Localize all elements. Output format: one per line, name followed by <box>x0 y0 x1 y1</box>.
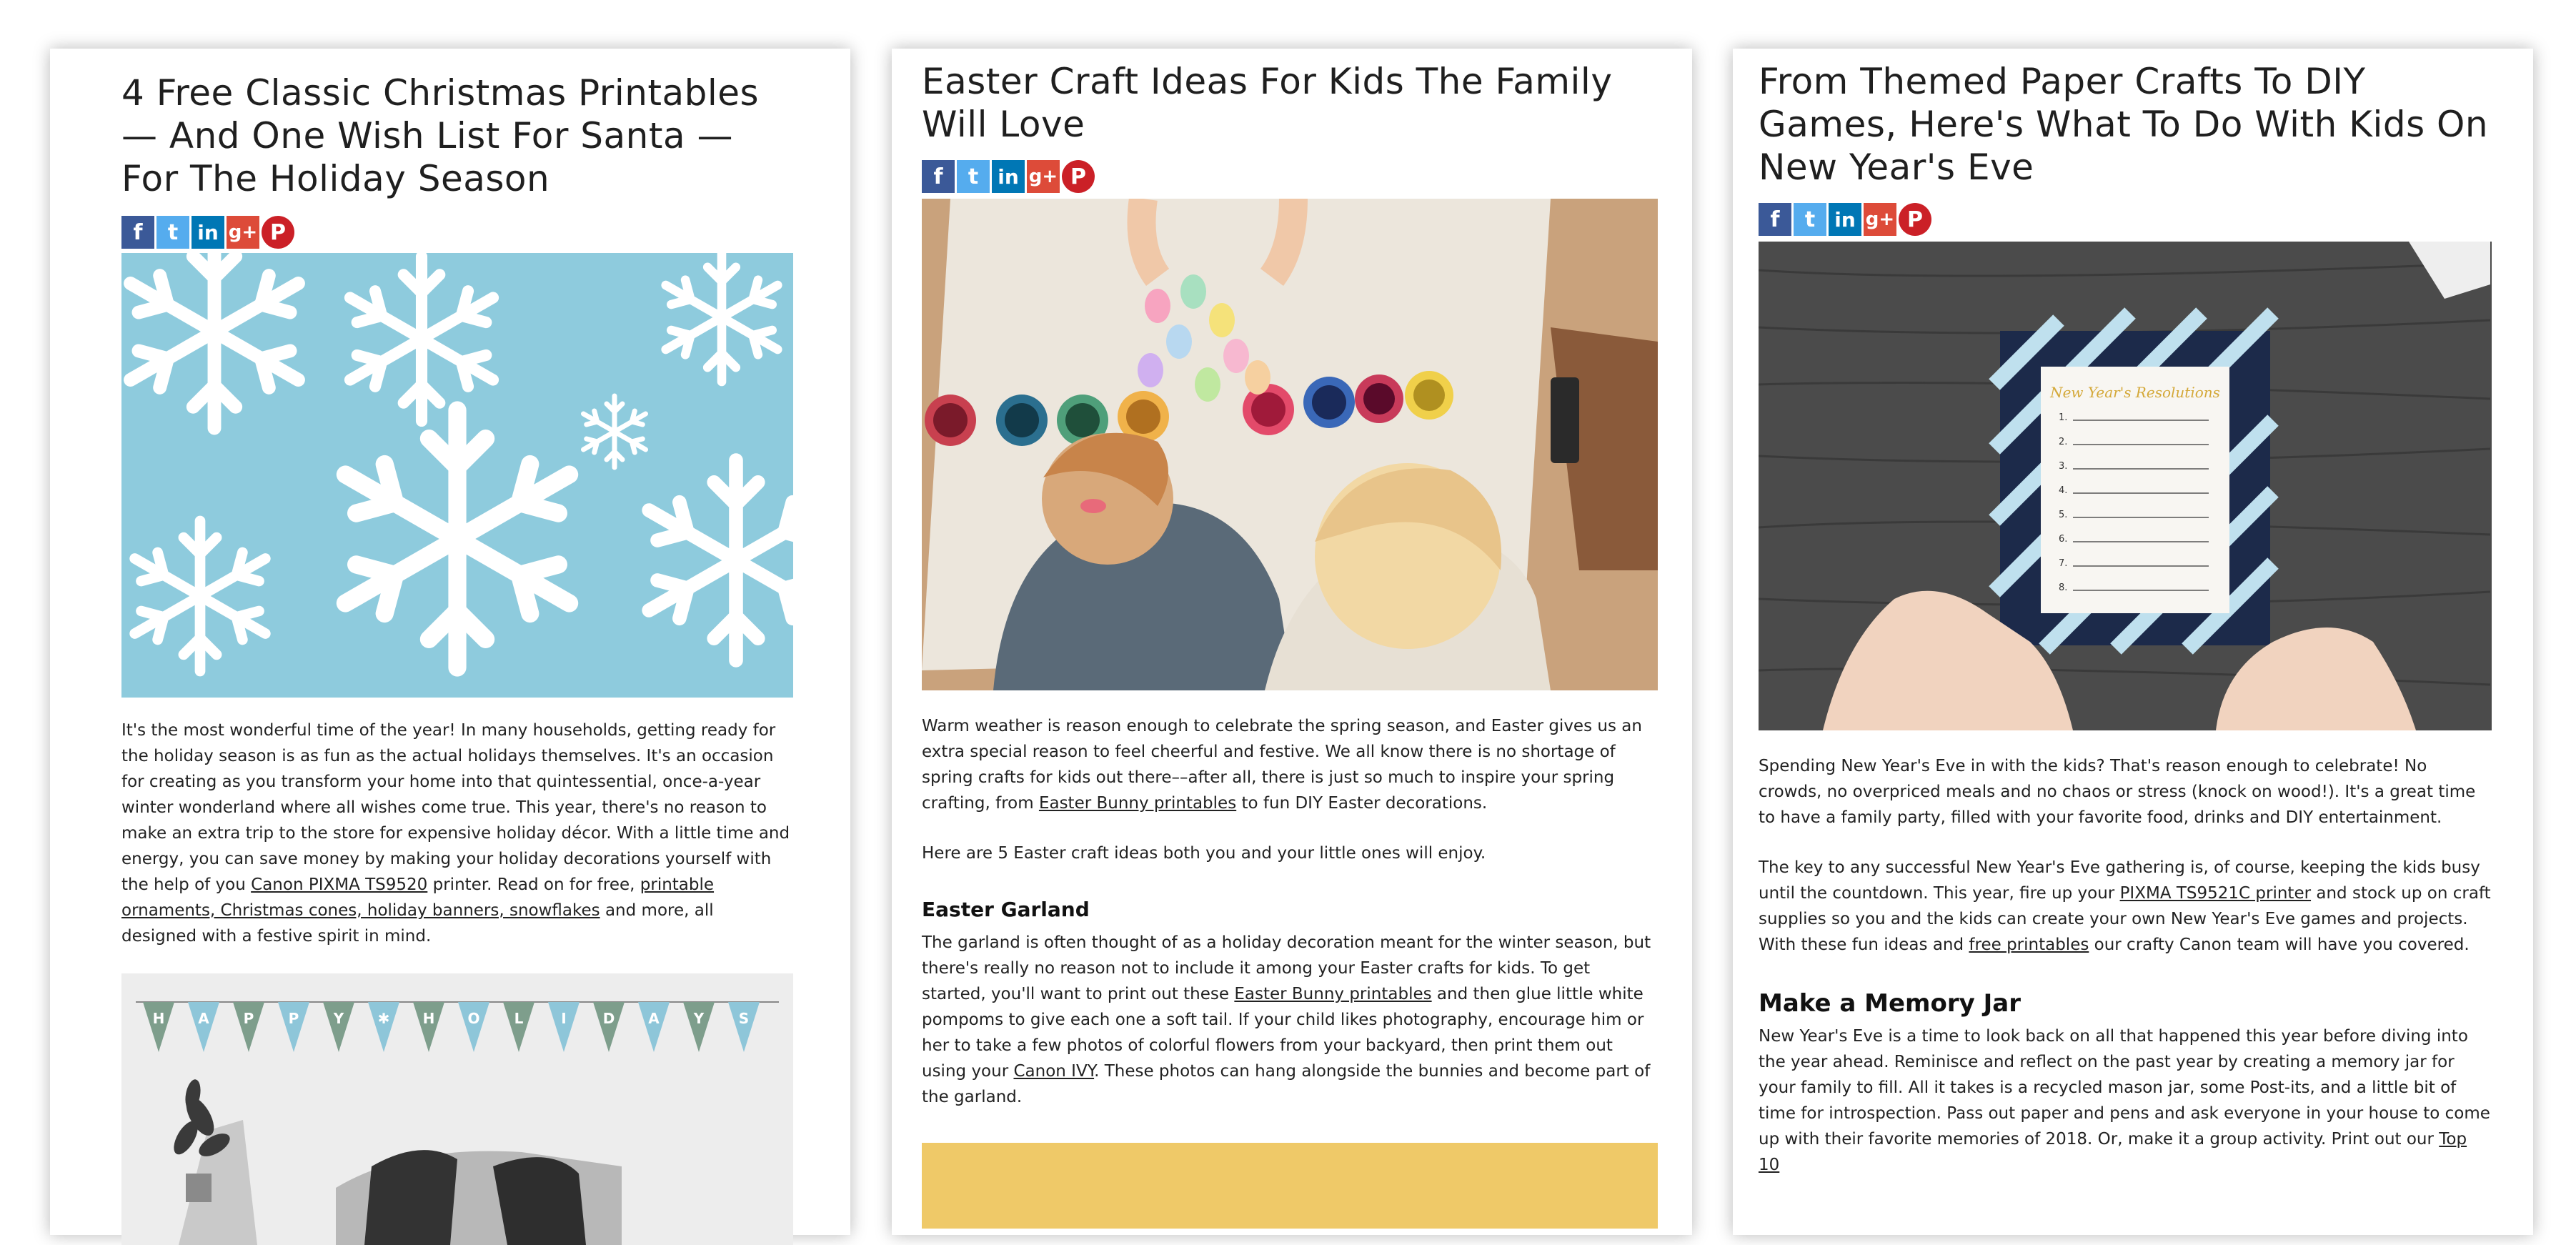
pennant-letter: A <box>198 1010 209 1027</box>
googleplus-share-icon[interactable]: g+ <box>1027 160 1060 193</box>
pennant-letter: P <box>244 1010 254 1027</box>
section-heading-memory-jar: Make a Memory Jar <box>1759 989 2021 1018</box>
easter-eggs-hero-image[interactable] <box>922 199 1658 690</box>
article-intro: It's the most wonderful time of the year… <box>121 721 790 946</box>
snowflake-hero-image[interactable] <box>121 253 793 698</box>
pennant-letter: O <box>467 1010 479 1027</box>
facebook-share-icon[interactable]: f <box>121 216 154 249</box>
list-intro-paragraph: Here are 5 Easter craft ideas both you a… <box>922 844 1486 863</box>
googleplus-share-icon[interactable]: g+ <box>1864 203 1896 236</box>
linkedin-share-icon[interactable]: in <box>1829 203 1861 236</box>
share-bar: f t in g+ P <box>1759 203 2492 237</box>
pinterest-share-icon[interactable]: P <box>1062 160 1095 193</box>
resolution-number: 6. <box>2059 534 2067 545</box>
share-bar: f t in g+ P <box>922 160 1658 194</box>
linkedin-share-icon[interactable]: in <box>992 160 1025 193</box>
intro-paragraph: Spending New Year's Eve in with the kids… <box>1759 757 2476 827</box>
resolution-number: 8. <box>2059 582 2067 593</box>
resolution-number: 1. <box>2059 412 2067 423</box>
pennant-letter: L <box>514 1010 524 1027</box>
facebook-share-icon[interactable]: f <box>1759 203 1791 236</box>
canon-ivy-link[interactable]: Canon IVY <box>1013 1062 1094 1081</box>
pennant-letter: A <box>648 1010 660 1027</box>
resolution-number: 3. <box>2059 461 2067 472</box>
pennant-letter: I <box>561 1010 566 1027</box>
free-printables-link[interactable]: free printables <box>1969 936 2089 954</box>
pennant-letter: Y <box>333 1010 344 1027</box>
pennant-letter: H <box>423 1010 435 1027</box>
googleplus-share-icon[interactable]: g+ <box>227 216 259 249</box>
pennant-letter: S <box>739 1010 749 1027</box>
resolution-number: 5. <box>2059 510 2067 520</box>
facebook-share-icon[interactable]: f <box>922 160 955 193</box>
pennant-letter: P <box>289 1010 299 1027</box>
resolution-number: 7. <box>2059 558 2067 569</box>
pennant-letter: D <box>603 1010 615 1027</box>
section-heading-garland: Easter Garland <box>922 898 1090 921</box>
intro-paragraph: Warm weather is reason enough to celebra… <box>922 717 1642 813</box>
memory-jar-paragraph: New Year's Eve is a time to look back on… <box>1759 1027 2490 1174</box>
twitter-share-icon[interactable]: t <box>1794 203 1826 236</box>
twitter-share-icon[interactable]: t <box>957 160 990 193</box>
garland-image[interactable] <box>922 1143 1658 1229</box>
easter-bunny-printables-link[interactable]: Easter Bunny printables <box>1039 794 1236 813</box>
pinterest-share-icon[interactable]: P <box>262 216 294 249</box>
happy-holidays-image[interactable]: H A P P Y ✱ H O L I D A Y S <box>121 973 793 1245</box>
pennant-letter: H <box>153 1010 165 1027</box>
article-card-christmas: 4 Free Classic Christmas Printables — An… <box>50 49 850 1245</box>
easter-bunny-printables-link-2[interactable]: Easter Bunny printables <box>1234 985 1431 1003</box>
printer-link[interactable]: Canon PIXMA TS9520 <box>251 876 427 894</box>
resolution-number: 2. <box>2059 437 2067 447</box>
article-card-new-years: From Themed Paper Crafts To DIY Games, H… <box>1733 49 2533 1235</box>
article-card-easter: Easter Craft Ideas For Kids The Family W… <box>892 49 1692 1235</box>
pinterest-share-icon[interactable]: P <box>1899 203 1931 236</box>
linkedin-share-icon[interactable]: in <box>192 216 224 249</box>
article-title[interactable]: 4 Free Classic Christmas Printables — An… <box>121 71 793 200</box>
share-bar: f t in g+ P <box>121 216 793 250</box>
article-title[interactable]: Easter Craft Ideas For Kids The Family W… <box>922 60 1658 146</box>
resolutions-hero-image[interactable]: New Year's Resolutions 1. 2. 3. 4. 5. 6. 7. 8. <box>1759 242 2492 730</box>
garland-paragraph: The garland is often thought of as a hol… <box>922 933 1651 1106</box>
article-title[interactable]: From Themed Paper Crafts To DIY Games, H… <box>1759 60 2492 189</box>
key-paragraph: The key to any successful New Year's Eve… <box>1759 858 2491 954</box>
pennant-letter: Y <box>693 1010 705 1027</box>
resolution-number: 4. <box>2059 485 2067 496</box>
twitter-share-icon[interactable]: t <box>156 216 189 249</box>
resolutions-card-heading: New Year's Resolutions <box>2049 384 2220 401</box>
pennant-letter: ✱ <box>378 1010 390 1027</box>
pixma-printer-link[interactable]: PIXMA TS9521C printer <box>2120 884 2312 903</box>
